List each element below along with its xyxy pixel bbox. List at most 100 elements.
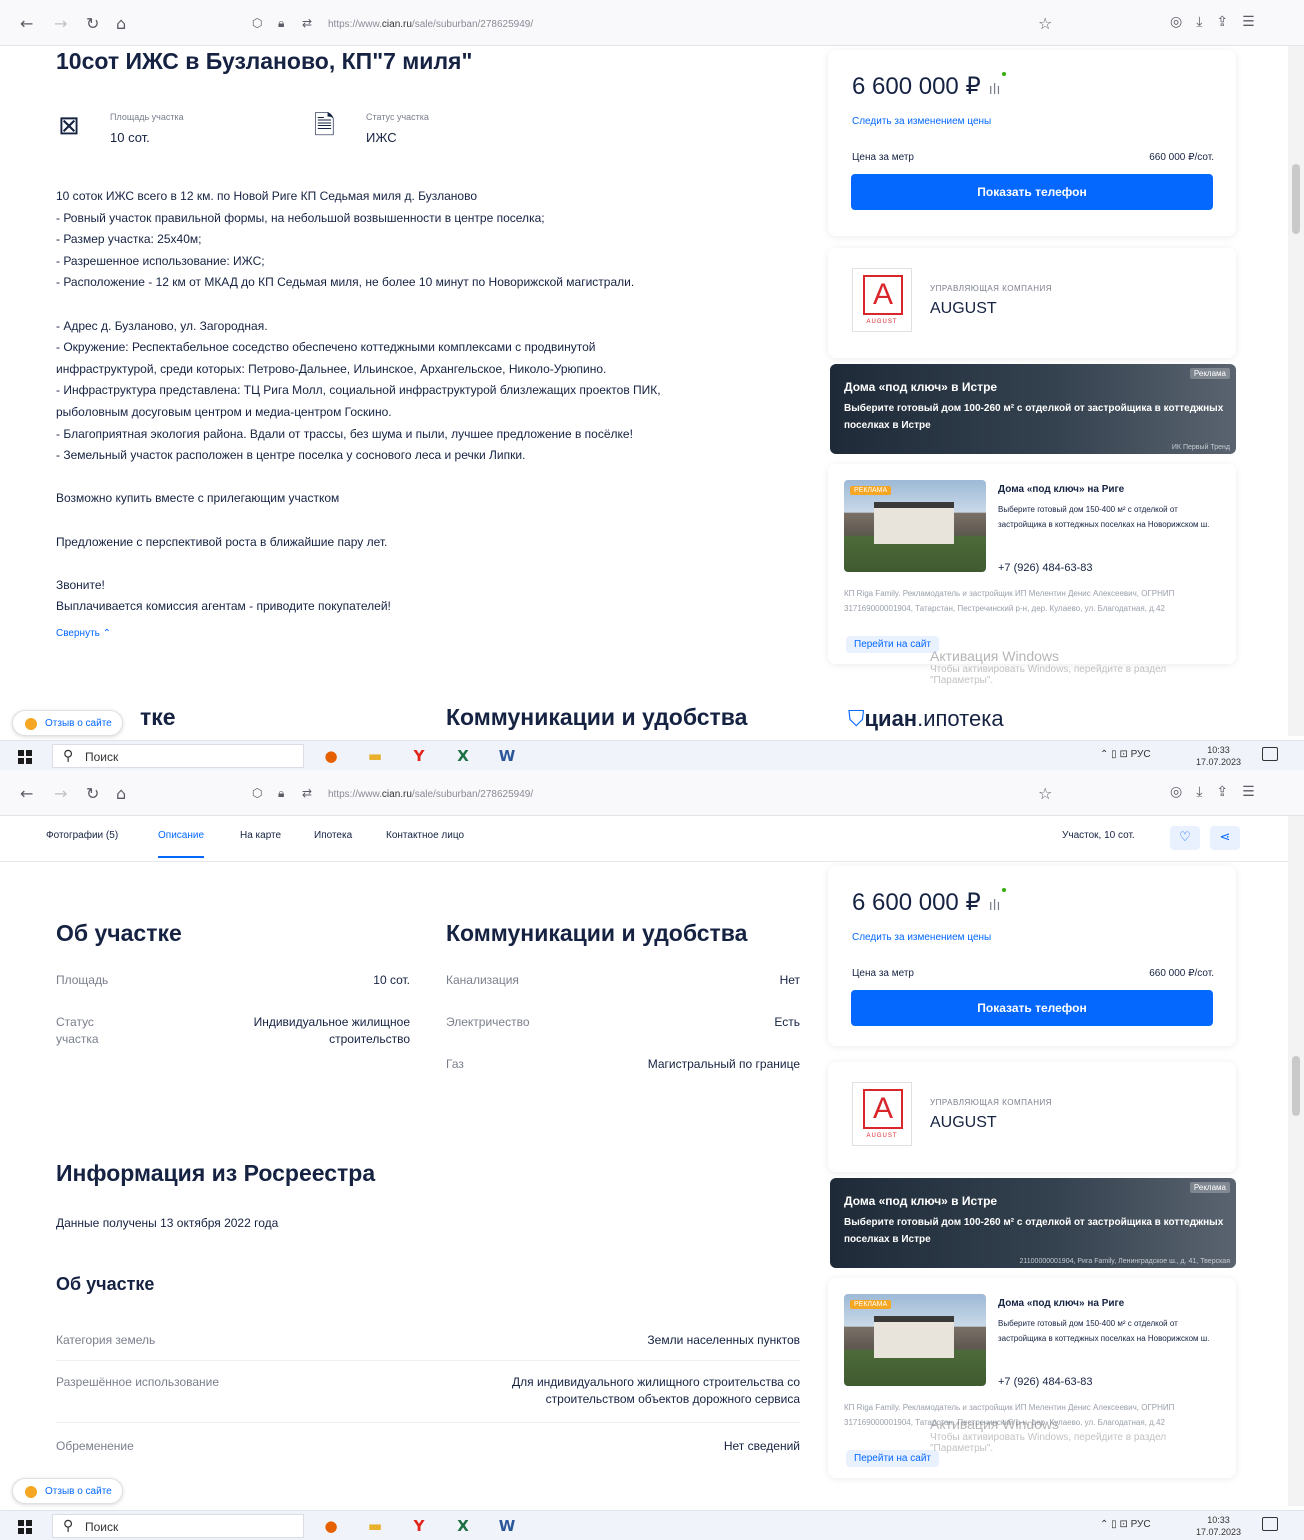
forward-icon[interactable]: → (54, 784, 67, 803)
file-explorer-icon[interactable]: ▬ (364, 1515, 386, 1537)
search-icon: ⚲ (63, 1518, 74, 1534)
description-line: - Ровный участок правильной формы, на не… (56, 210, 545, 225)
tab-photos[interactable]: Фотографии (5) (46, 830, 118, 841)
reload-icon[interactable]: ↻ (86, 784, 99, 803)
lock-icon: 🔒︎ (278, 16, 285, 30)
agent-name[interactable]: AUGUST (930, 1114, 997, 1132)
agent-card[interactable]: A AUGUST УПРАВЛЯЮЩАЯ КОМПАНИЯ AUGUST (828, 248, 1236, 358)
taskbar-clock[interactable]: 10:33 17.07.2023 (1196, 744, 1241, 768)
share-icon[interactable]: ⋖ (1210, 826, 1240, 850)
feedback-icon (25, 718, 37, 730)
tab-mortgage[interactable]: Ипотека (314, 830, 352, 841)
ad-banner-text: Выберите готовый дом 100-260 м² с отделк… (844, 1217, 1224, 1245)
firefox-icon[interactable]: ● (320, 1515, 342, 1537)
show-phone-button[interactable]: Показать телефон (851, 990, 1213, 1026)
collapse-link[interactable]: Свернуть ⌃ (56, 628, 111, 639)
ad-banner[interactable]: Реклама Дома «под ключ» в Истре Выберите… (830, 1178, 1236, 1268)
page-scrollbar[interactable] (1288, 816, 1304, 1506)
browser-tools[interactable]: ◎⤓⇪☰ (1170, 14, 1269, 30)
listing-description: 10 соток ИЖС всего в 12 км. по Новой Риг… (56, 186, 796, 618)
notifications-icon[interactable] (1262, 1517, 1278, 1531)
description-line: - Разрешенное использование: ИЖС; (56, 253, 265, 268)
area-icon: ⊠ (58, 111, 80, 141)
follow-price-link[interactable]: Следить за изменением цены (852, 932, 991, 943)
plot-summary-label: Участок, 10 сот. (1062, 830, 1135, 841)
price-per-unit-label: Цена за метр (852, 152, 914, 163)
ad-phone[interactable]: +7 (926) 484-63-83 (998, 562, 1092, 574)
feedback-button[interactable]: Отзыв о сайте (12, 710, 123, 736)
agent-card[interactable]: A AUGUST УПРАВЛЯЮЩАЯ КОМПАНИЯ AUGUST (828, 1062, 1236, 1172)
home-icon[interactable]: ⌂ (116, 784, 126, 803)
price-chart-icon[interactable]: ılı (989, 898, 1001, 914)
feature-label: Статус участка (366, 112, 429, 122)
price: 6 600 000 ₽ ılı (852, 72, 1007, 101)
listing-title: 10сот ИЖС в Бузланово, КП"7 миля" (56, 48, 473, 74)
comms-row: Электричество Есть (446, 1015, 800, 1029)
price-chart-icon[interactable]: ılı (989, 82, 1001, 98)
description-gap (56, 510, 796, 532)
yandex-browser-icon[interactable]: Y (408, 1515, 430, 1537)
address-bar[interactable]: ⬡ 🔒︎ ⇄ https://www.cian.ru/sale/suburban… (252, 10, 1072, 38)
back-icon[interactable]: ← (20, 14, 33, 33)
ad-banner-fine: 21100000001904, Рига Family, Ленинградск… (1019, 1258, 1231, 1265)
url-text: https://www.cian.ru/sale/suburban/278625… (328, 789, 534, 800)
rosreestr-row: Обременение Нет сведений (56, 1439, 800, 1453)
ad-go-to-site-button[interactable]: Перейти на сайт (846, 636, 939, 653)
feedback-button[interactable]: Отзыв о сайте (12, 1478, 123, 1504)
price-per-unit-value: 660 000 ₽/сот. (1149, 152, 1214, 163)
excel-icon[interactable]: X (452, 745, 474, 767)
page-scrollbar[interactable] (1288, 46, 1304, 736)
show-phone-button[interactable]: Показать телефон (851, 174, 1213, 210)
ad-text: Выберите готовый дом 150-400 м² с отделк… (998, 505, 1210, 529)
document-status-icon: 🗎︎ (314, 111, 335, 141)
rosreestr-title: Информация из Росреестра (56, 1160, 376, 1186)
cian-ipoteka-logo[interactable]: ⛉циан.ипотека (848, 706, 1004, 732)
reload-icon[interactable]: ↻ (86, 14, 99, 33)
favorite-heart-icon[interactable]: ♡ (1170, 826, 1200, 850)
tab-description[interactable]: Описание (158, 830, 205, 858)
section-comms-title: Коммуникации и удобства (446, 704, 748, 730)
system-tray[interactable]: ⌃ ▯ ⊡ РУС (1100, 1519, 1151, 1530)
home-icon[interactable]: ⌂ (116, 14, 126, 33)
yandex-browser-icon[interactable]: Y (408, 745, 430, 767)
price-card: 6 600 000 ₽ ılı Следить за изменением цен… (828, 50, 1236, 236)
windows-start-icon[interactable] (18, 750, 32, 764)
notifications-icon[interactable] (1262, 747, 1278, 761)
bookmark-star-icon[interactable]: ☆ (1038, 14, 1052, 33)
tab-contact[interactable]: Контактное лицо (386, 830, 464, 841)
bookmark-star-icon[interactable]: ☆ (1038, 784, 1052, 803)
system-tray[interactable]: ⌃ ▯ ⊡ РУС (1100, 749, 1151, 760)
ad-phone[interactable]: +7 (926) 484-63-83 (998, 1376, 1092, 1388)
windows-start-icon[interactable] (18, 1520, 32, 1534)
ad-banner[interactable]: Реклама Дома «под ключ» в Истре Выберите… (830, 364, 1236, 454)
windows-activation-watermark: Активация Windows Чтобы активировать Win… (930, 1416, 1167, 1454)
follow-price-link[interactable]: Следить за изменением цены (852, 116, 991, 127)
taskbar-search[interactable]: ⚲ Поиск (52, 744, 304, 768)
rosreestr-date-note: Данные получены 13 октября 2022 года (56, 1216, 279, 1230)
back-icon[interactable]: ← (20, 784, 33, 803)
browser-tools[interactable]: ◎⤓⇪☰ (1170, 784, 1269, 800)
ad-go-to-site-button[interactable]: Перейти на сайт (846, 1450, 939, 1467)
forward-icon[interactable]: → (54, 14, 67, 33)
file-explorer-icon[interactable]: ▬ (364, 745, 386, 767)
description-line: Звоните! (56, 577, 105, 592)
price-card: 6 600 000 ₽ ılı Следить за изменением цен… (828, 866, 1236, 1046)
taskbar-search[interactable]: ⚲ Поиск (52, 1514, 304, 1538)
firefox-icon[interactable]: ● (320, 745, 342, 767)
word-icon[interactable]: W (496, 745, 518, 767)
agent-name[interactable]: AUGUST (930, 300, 997, 318)
excel-icon[interactable]: X (452, 1515, 474, 1537)
listing-tabs-bar: Фотографии (5) Описание На карте Ипотека… (0, 816, 1288, 862)
ad-title: Дома «под ключ» на Риге (998, 484, 1125, 495)
feature-label: Площадь участка (110, 112, 184, 122)
word-icon[interactable]: W (496, 1515, 518, 1537)
description-line: - Размер участка: 25х40м; (56, 232, 202, 247)
windows-taskbar: ⚲ Поиск ● ▬ Y X W ⌃ ▯ ⊡ РУС 10:33 17.07.20… (0, 740, 1304, 770)
tab-map[interactable]: На карте (240, 830, 281, 841)
taskbar-clock[interactable]: 10:33 17.07.2023 (1196, 1514, 1241, 1538)
description-line: 10 соток ИЖС всего в 12 км. по Новой Риг… (56, 189, 477, 203)
ad-title: Дома «под ключ» на Риге (998, 1298, 1125, 1309)
section-about-title: тке (140, 704, 176, 730)
address-bar[interactable]: ⬡ 🔒︎ ⇄ https://www.cian.ru/sale/suburban… (252, 780, 1072, 808)
ad-card[interactable]: РЕКЛАМА Дома «под ключ» на Риге Выберите… (828, 464, 1236, 664)
